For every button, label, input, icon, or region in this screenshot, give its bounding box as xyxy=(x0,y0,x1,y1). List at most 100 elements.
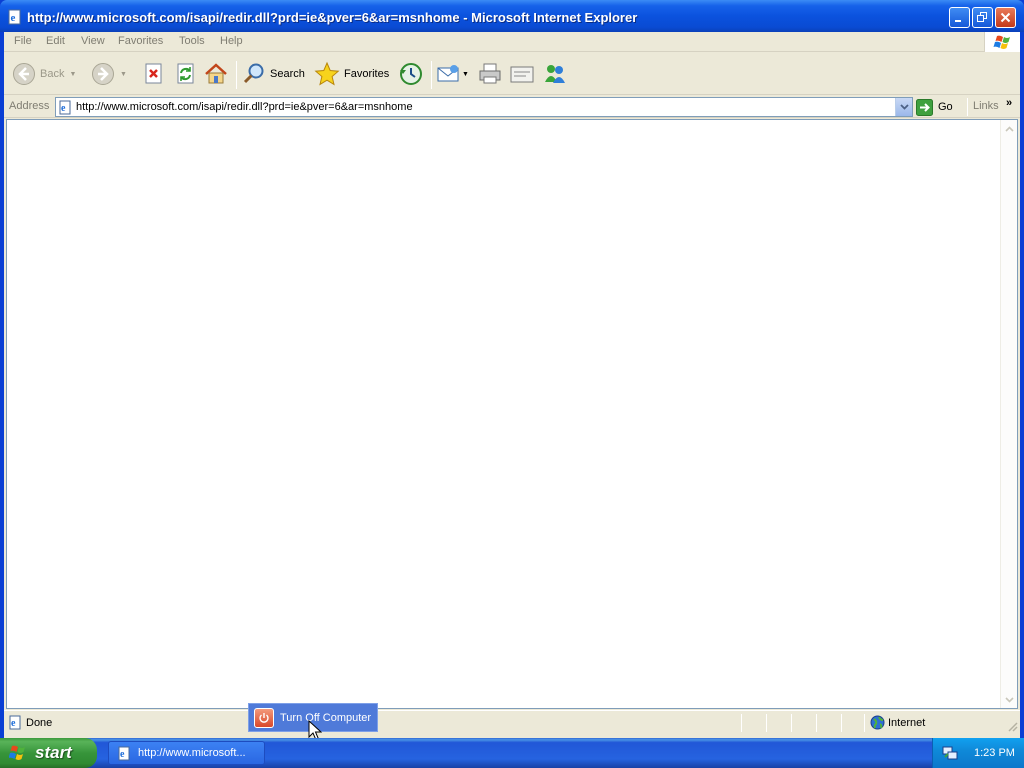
status-pane xyxy=(741,714,742,732)
svg-text:e: e xyxy=(61,103,66,114)
page-content[interactable] xyxy=(6,119,1018,709)
edit-icon xyxy=(510,66,534,83)
back-dropdown-icon[interactable]: ▼ xyxy=(69,71,76,78)
search-label: Search xyxy=(270,68,305,80)
status-pane xyxy=(864,714,865,732)
refresh-icon xyxy=(177,63,194,84)
back-icon xyxy=(13,63,35,85)
ie-page-icon: e xyxy=(8,9,21,25)
status-pane xyxy=(791,714,792,732)
menu-favorites[interactable]: Favorites xyxy=(118,35,163,47)
chevron-down-icon xyxy=(899,104,909,110)
window-title: http://www.microsoft.com/isapi/redir.dll… xyxy=(27,10,638,25)
address-input[interactable] xyxy=(76,99,886,115)
chevron-up-icon xyxy=(1005,125,1014,132)
status-pane xyxy=(841,714,842,732)
windows-logo xyxy=(984,32,1020,52)
favorites-star-icon xyxy=(314,61,340,86)
mail-button[interactable]: ▼ xyxy=(436,60,469,88)
print-icon xyxy=(479,63,501,84)
search-icon xyxy=(243,63,264,84)
status-text: Done xyxy=(26,717,53,729)
search-button[interactable]: Search xyxy=(242,60,305,88)
history-button[interactable] xyxy=(398,60,424,88)
mail-icon xyxy=(437,65,459,82)
menu-view[interactable]: View xyxy=(81,35,105,47)
forward-icon xyxy=(92,63,114,85)
ie-page-icon: e xyxy=(9,715,21,730)
favorites-button[interactable]: Favorites xyxy=(314,60,389,88)
go-label: Go xyxy=(938,101,953,113)
stop-button[interactable] xyxy=(143,60,165,88)
address-dropdown-button[interactable] xyxy=(895,98,912,116)
favorites-label: Favorites xyxy=(344,68,390,80)
start-button[interactable]: start xyxy=(0,738,97,768)
links-chevron-icon[interactable]: » xyxy=(1006,97,1012,109)
scroll-down-arrow[interactable] xyxy=(1003,693,1016,706)
address-label: Address xyxy=(9,100,50,112)
resize-grip-icon[interactable] xyxy=(1006,720,1018,732)
close-button[interactable] xyxy=(995,7,1016,28)
forward-dropdown-icon[interactable]: ▼ xyxy=(120,71,127,78)
address-field[interactable]: e xyxy=(55,97,913,117)
svg-text:e: e xyxy=(11,718,16,729)
ie-page-icon: e xyxy=(118,746,130,760)
restore-button[interactable] xyxy=(972,7,993,28)
network-icon[interactable] xyxy=(942,745,958,761)
security-zone: Internet xyxy=(888,717,926,729)
windows-logo-icon xyxy=(993,35,1010,49)
system-tray: 1:23 PM xyxy=(932,738,1024,768)
refresh-button[interactable] xyxy=(175,60,197,88)
taskbar-item-label: http://www.microsoft... xyxy=(138,747,246,759)
messenger-button[interactable] xyxy=(542,60,568,88)
vertical-scrollbar[interactable] xyxy=(1000,120,1017,708)
maximize-icon xyxy=(977,12,987,22)
menu-file[interactable]: File xyxy=(14,35,32,47)
title-bar[interactable]: e http://www.microsoft.com/isapi/redir.d… xyxy=(0,0,1024,32)
forward-button[interactable]: ▼ xyxy=(91,60,127,88)
menu-edit[interactable]: Edit xyxy=(46,35,65,47)
address-bar: Address e Go Links » xyxy=(4,96,1020,118)
ie-page-icon: e xyxy=(59,100,71,115)
address-separator xyxy=(967,98,968,116)
close-icon xyxy=(1000,12,1011,23)
power-button-icon xyxy=(254,707,274,728)
chevron-down-icon xyxy=(1005,696,1014,703)
windows-flag-icon xyxy=(9,745,25,760)
menu-help[interactable]: Help xyxy=(220,35,243,47)
back-label: Back xyxy=(40,68,65,80)
taskbar-item-ie[interactable]: e http://www.microsoft... xyxy=(108,741,265,765)
stop-icon xyxy=(145,63,162,84)
power-icon xyxy=(259,712,269,723)
go-button[interactable]: Go xyxy=(916,98,953,116)
window-client: File Edit View Favorites Tools Help Back… xyxy=(4,32,1020,738)
taskbar: start e http://www.microsoft... 1:23 PM xyxy=(0,738,1024,768)
scroll-up-arrow[interactable] xyxy=(1003,122,1016,135)
print-button[interactable] xyxy=(478,60,502,88)
clock[interactable]: 1:23 PM xyxy=(974,747,1015,759)
back-button[interactable]: Back ▼ xyxy=(12,60,76,88)
home-button[interactable] xyxy=(204,60,228,88)
status-pane xyxy=(766,714,767,732)
turn-off-label: Turn Off Computer xyxy=(280,711,372,724)
globe-icon xyxy=(870,715,885,730)
status-pane xyxy=(816,714,817,732)
mail-dropdown-icon[interactable]: ▼ xyxy=(462,71,469,78)
links-toolbar[interactable]: Links xyxy=(973,100,999,112)
toolbar-separator xyxy=(236,61,237,89)
menu-tools[interactable]: Tools xyxy=(179,35,205,47)
svg-text:e: e xyxy=(11,12,16,24)
menu-bar: File Edit View Favorites Tools Help xyxy=(4,32,1020,52)
ie-window: e http://www.microsoft.com/isapi/redir.d… xyxy=(0,0,1024,738)
minimize-icon xyxy=(955,20,961,22)
history-icon xyxy=(400,63,422,85)
messenger-icon xyxy=(545,65,565,83)
edit-button[interactable] xyxy=(509,60,535,88)
start-label: start xyxy=(35,743,72,762)
svg-text:e: e xyxy=(120,749,125,760)
status-bar: e Done Internet xyxy=(4,710,1020,734)
go-arrow-icon xyxy=(916,98,933,116)
standard-toolbar: Back ▼ ▼ Search Favorites ▼ xyxy=(4,53,1020,95)
toolbar-separator xyxy=(431,61,432,89)
minimize-button[interactable] xyxy=(949,7,970,28)
